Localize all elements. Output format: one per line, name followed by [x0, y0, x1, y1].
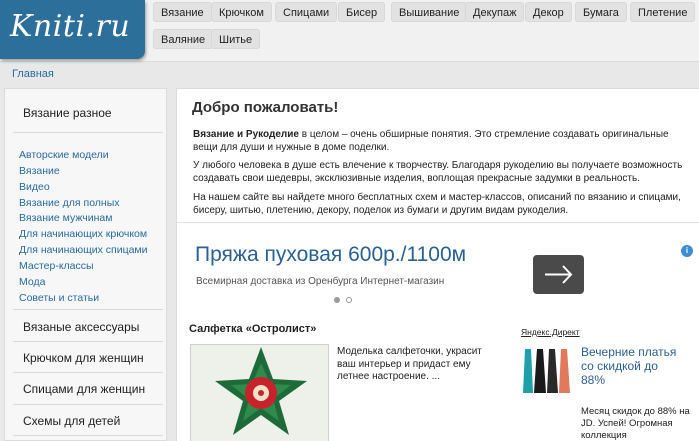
sidebar-link-avtorskie[interactable]: Авторские модели [19, 149, 109, 161]
yandex-direct-label[interactable]: Яндекс.Директ [521, 327, 580, 337]
sidebar-divider [13, 404, 163, 405]
menu-item-pletenie[interactable]: Плетение [630, 2, 696, 22]
article-thumbnail[interactable] [190, 344, 329, 441]
sidebar-section-spitsami-zhenshchin[interactable]: Спицами для женщин [23, 382, 145, 396]
main-content: Добро пожаловать! Вязание и Рукоделие в … [176, 88, 699, 441]
sidebar-section-aksessuary[interactable]: Вязаные аксессуары [23, 320, 139, 334]
breadcrumb-home[interactable]: Главная [12, 68, 54, 80]
menu-item-dekupazh[interactable]: Декупаж [465, 2, 525, 22]
sidebar-divider [13, 372, 163, 373]
sidebar-divider [13, 435, 163, 436]
logo-text: Kniti.ru [10, 9, 131, 44]
dresses-picture [521, 345, 571, 395]
article-excerpt: Моделька салфеточки, украсит ваш интерье… [337, 346, 482, 382]
ad-next-button[interactable] [533, 255, 584, 294]
sidebar-link-nach-kryuchkom[interactable]: Для начинающих крючком [19, 228, 147, 240]
menu-item-bumaga[interactable]: Бумага [575, 2, 627, 22]
sidebar-divider [13, 132, 163, 133]
intro-bold: Вязание и Рукоделие [193, 129, 299, 140]
carousel-dot-active[interactable] [334, 297, 340, 303]
dresses-image[interactable] [521, 345, 571, 395]
page-title: Добро пожаловать! [192, 99, 339, 116]
yandex-ad-text: Месяц скидок до 88% на JD. Успей! Огромн… [581, 406, 690, 441]
menu-item-spitsami[interactable]: Спицами [275, 2, 338, 22]
ad-banner-subtitle[interactable]: Всемирная доставка из Оренбурга Интернет… [196, 276, 444, 287]
intro-paragraph-3: На нашем сайте вы найдете много бесплатн… [193, 192, 681, 216]
intro-paragraph-1: Вязание и Рукоделие в целом – очень обши… [193, 128, 683, 154]
menu-item-vyazanie[interactable]: Вязание [153, 2, 212, 22]
menu-item-vyshivanie[interactable]: Вышивание [391, 2, 468, 22]
intro-paragraph-2: У любого человека в душе есть влечение к… [193, 160, 683, 184]
doily-image [191, 345, 328, 441]
sidebar-link-sovety[interactable]: Советы и статьи [19, 292, 99, 304]
menu-item-dekor[interactable]: Декор [525, 2, 572, 22]
sidebar-section-kryuchkom-zhenshchin[interactable]: Крючком для женщин [23, 351, 144, 365]
sidebar-divider [13, 341, 163, 342]
sidebar-link-nach-spitsami[interactable]: Для начинающих спицами [19, 244, 148, 256]
ad-info-icon[interactable]: i [681, 245, 693, 257]
sidebar-section-raznoe[interactable]: Вязание разное [23, 106, 112, 120]
site-header: Kniti.ru Вязание Крючком Спицами Бисер В… [0, 0, 699, 62]
sidebar-link-master-klassy[interactable]: Мастер-классы [19, 260, 94, 272]
yandex-ad-title[interactable]: Вечерние платья со скидкой до 88% [581, 345, 681, 387]
article-title[interactable]: Салфетка «Остролист» [189, 323, 316, 335]
sidebar-link-muzhchinam[interactable]: Вязание мужчинам [19, 212, 112, 224]
menu-item-kryuchkom[interactable]: Крючком [211, 2, 272, 22]
sidebar-link-vyazanie[interactable]: Вязание [19, 165, 60, 177]
sidebar-link-moda[interactable]: Мода [19, 276, 45, 288]
ad-banner-title[interactable]: Пряжа пуховая 600р./1100м [195, 243, 466, 267]
menu-item-valyanie[interactable]: Валяние [153, 29, 214, 49]
sidebar-section-detey[interactable]: Схемы для детей [23, 414, 120, 428]
site-logo[interactable]: Kniti.ru [0, 0, 145, 59]
sidebar-link-dlya-polnykh[interactable]: Вязание для полных [19, 197, 120, 209]
content-divider [177, 222, 699, 223]
menu-item-biser[interactable]: Бисер [338, 2, 386, 22]
sidebar-divider [13, 309, 163, 310]
arrow-right-icon [545, 265, 573, 284]
sidebar-link-video[interactable]: Видео [19, 181, 50, 193]
menu-item-shite[interactable]: Шитье [211, 29, 261, 49]
sidebar: Вязание разное Авторские модели Вязание … [4, 88, 167, 441]
carousel-dot[interactable] [346, 297, 352, 303]
